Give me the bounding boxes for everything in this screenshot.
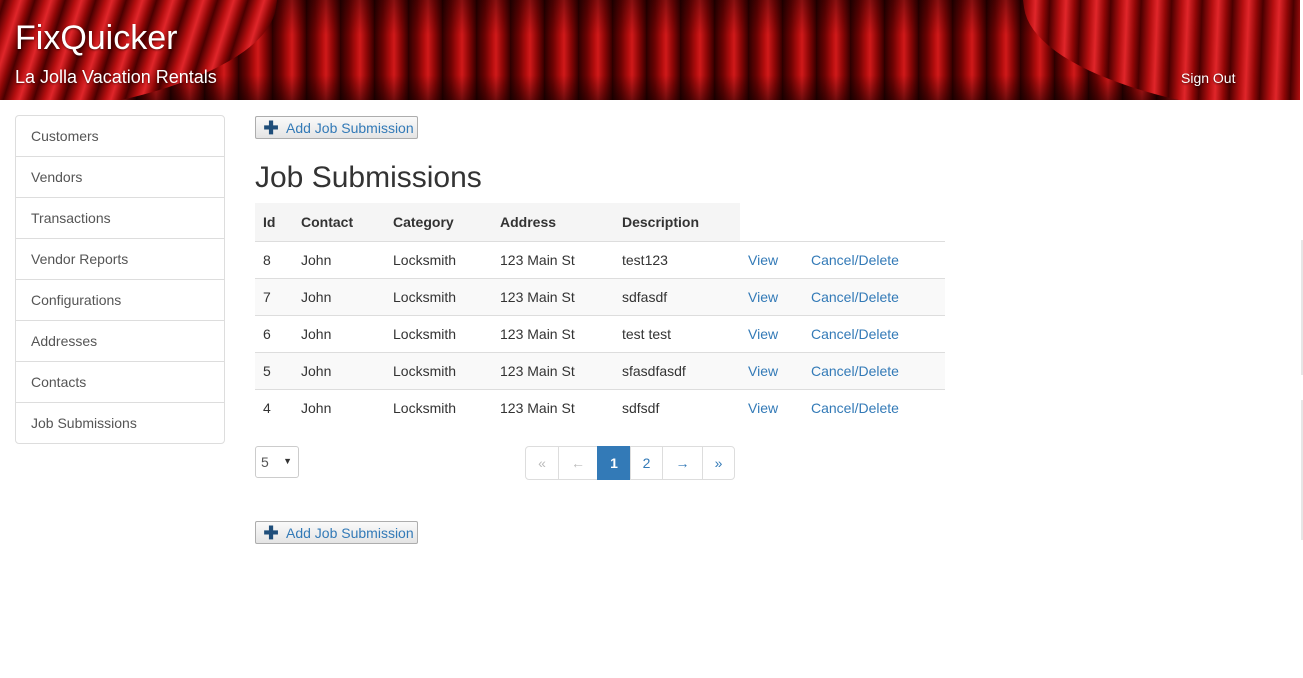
- cell-contact: John: [301, 400, 332, 416]
- cell-address: 123 Main St: [500, 326, 575, 342]
- cell-id: 8: [263, 252, 271, 268]
- add-job-submission-label: Add Job Submission: [286, 119, 414, 136]
- sidebar-item-addresses[interactable]: Addresses: [16, 320, 224, 361]
- job-submissions-table: Id Contact Category Address Description …: [255, 203, 945, 426]
- cell-contact: John: [301, 252, 332, 268]
- cell-address: 123 Main St: [500, 363, 575, 379]
- page-size-value: 5: [261, 454, 269, 470]
- cell-description: sdfsdf: [622, 400, 660, 416]
- cell-id: 7: [263, 289, 271, 305]
- view-link[interactable]: View: [748, 316, 778, 352]
- app-brand[interactable]: FixQuicker: [15, 18, 177, 58]
- view-link[interactable]: View: [748, 353, 778, 389]
- view-link[interactable]: View: [748, 390, 778, 426]
- sidebar-item-configurations[interactable]: Configurations: [16, 279, 224, 320]
- cell-category: Locksmith: [393, 289, 457, 305]
- cell-category: Locksmith: [393, 326, 457, 342]
- page-size-select[interactable]: 5 ▼: [255, 446, 299, 478]
- pagination-page-1[interactable]: 1: [597, 446, 631, 480]
- column-header-id[interactable]: Id: [263, 203, 275, 241]
- cell-description: sfasdfasdf: [622, 363, 686, 379]
- pagination-page-2[interactable]: 2: [630, 446, 663, 480]
- cancel-delete-link[interactable]: Cancel/Delete: [811, 279, 899, 315]
- cell-address: 123 Main St: [500, 400, 575, 416]
- app-subtitle: La Jolla Vacation Rentals: [15, 67, 217, 87]
- column-header-contact[interactable]: Contact: [301, 203, 353, 241]
- page-title: Job Submissions: [255, 161, 482, 194]
- pagination-next[interactable]: →: [662, 446, 703, 480]
- sidebar-item-vendor-reports[interactable]: Vendor Reports: [16, 238, 224, 279]
- sidebar-item-job-submissions[interactable]: Job Submissions: [16, 402, 224, 443]
- cell-contact: John: [301, 326, 332, 342]
- cell-id: 6: [263, 326, 271, 342]
- view-link[interactable]: View: [748, 279, 778, 315]
- sign-out-link[interactable]: Sign Out: [1181, 69, 1235, 87]
- cell-id: 4: [263, 400, 271, 416]
- cancel-delete-link[interactable]: Cancel/Delete: [811, 242, 899, 278]
- table-header: Id Contact Category Address Description: [255, 203, 740, 241]
- pagination-first[interactable]: «: [525, 446, 559, 480]
- plus-icon: ✚: [263, 117, 279, 138]
- view-link[interactable]: View: [748, 242, 778, 278]
- add-job-submission-button-bottom[interactable]: ✚ Add Job Submission: [255, 521, 418, 544]
- cell-contact: John: [301, 289, 332, 305]
- cell-id: 5: [263, 363, 271, 379]
- sidebar-item-customers[interactable]: Customers: [16, 116, 224, 156]
- add-job-submission-button-top[interactable]: ✚ Add Job Submission: [255, 116, 418, 139]
- cancel-delete-link[interactable]: Cancel/Delete: [811, 353, 899, 389]
- cell-contact: John: [301, 363, 332, 379]
- cancel-delete-link[interactable]: Cancel/Delete: [811, 316, 899, 352]
- cell-address: 123 Main St: [500, 252, 575, 268]
- table-row: 7 John Locksmith 123 Main St sdfasdf Vie…: [255, 278, 945, 315]
- cell-category: Locksmith: [393, 363, 457, 379]
- cell-description: test test: [622, 326, 672, 342]
- column-header-category[interactable]: Category: [393, 203, 454, 241]
- sidebar-nav: Customers Vendors Transactions Vendor Re…: [15, 115, 225, 444]
- pagination-last[interactable]: »: [702, 446, 735, 480]
- column-header-description[interactable]: Description: [622, 203, 699, 241]
- cell-category: Locksmith: [393, 400, 457, 416]
- add-job-submission-label: Add Job Submission: [286, 524, 414, 541]
- table-row: 6 John Locksmith 123 Main St test test V…: [255, 315, 945, 352]
- column-header-address[interactable]: Address: [500, 203, 556, 241]
- cell-category: Locksmith: [393, 252, 457, 268]
- table-row: 8 John Locksmith 123 Main St test123 Vie…: [255, 241, 945, 278]
- table-row: 5 John Locksmith 123 Main St sfasdfasdf …: [255, 352, 945, 389]
- cancel-delete-link[interactable]: Cancel/Delete: [811, 390, 899, 426]
- cell-description: test123: [622, 252, 668, 268]
- cell-address: 123 Main St: [500, 289, 575, 305]
- pagination: « ← 1 2 → »: [525, 446, 735, 480]
- plus-icon: ✚: [263, 522, 279, 543]
- chevron-down-icon: ▼: [283, 456, 292, 466]
- pagination-prev[interactable]: ←: [558, 446, 598, 480]
- sidebar-item-vendors[interactable]: Vendors: [16, 156, 224, 197]
- sidebar-item-contacts[interactable]: Contacts: [16, 361, 224, 402]
- sidebar-item-transactions[interactable]: Transactions: [16, 197, 224, 238]
- table-row: 4 John Locksmith 123 Main St sdfsdf View…: [255, 389, 945, 426]
- curtain-drape-right: [1020, 0, 1300, 100]
- cell-description: sdfasdf: [622, 289, 668, 305]
